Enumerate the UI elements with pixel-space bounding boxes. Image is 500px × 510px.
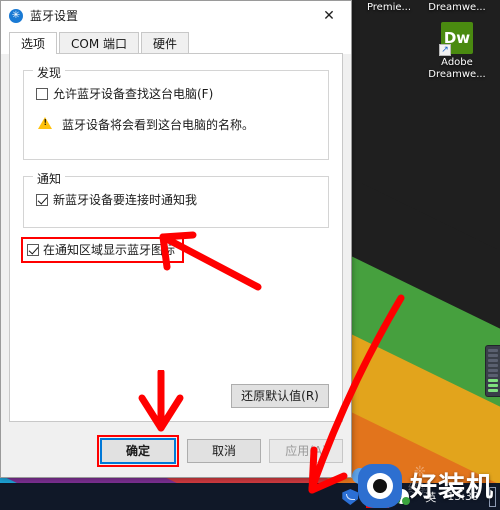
tab-options[interactable]: 选项 [9,32,58,54]
tab-hardware[interactable]: 硬件 [141,32,190,54]
meter-segment [488,349,498,352]
dialog-title: 蓝牙设置 [30,9,79,23]
desktop-icon-dreamweaver-label: Dreamwe... [428,2,486,13]
bluetooth-settings-dialog: ✳ 蓝牙设置 ✕ 选项 COM 端口 硬件 发现 允许蓝牙设备查找这台电脑(F)… [0,0,352,478]
checkbox-allow-discovery-box[interactable] [36,87,48,100]
meter-segment-active [488,389,498,392]
meter-segment-active [488,384,498,387]
desktop-icon-dreamweaver[interactable]: Dreamwe... [420,2,494,14]
meter-segment-active [488,379,498,382]
meter-segment [488,369,498,372]
checkbox-allow-discovery-label: 允许蓝牙设备查找这台电脑(F) [53,87,214,101]
discovery-warning-text: 蓝牙设备将会看到这台电脑的名称。 [62,118,255,132]
checkbox-notify-on-connect[interactable]: 新蓝牙设备要连接时通知我 [36,191,197,208]
restore-defaults-button[interactable]: 还原默认值(R) [231,384,329,408]
checkbox-show-tray-icon-label: 在通知区域显示蓝牙图标 [43,243,176,257]
checkbox-allow-discovery[interactable]: 允许蓝牙设备查找这台电脑(F) [36,85,213,102]
desktop-icon-premiere[interactable]: Premie... [352,2,426,14]
close-icon[interactable]: ✕ [307,1,351,30]
desktop-icon-premiere-label: Premie... [366,2,412,13]
meter-segment [488,374,498,377]
group-discovery-title: 发现 [33,64,66,81]
bluetooth-icon: ✳ [9,8,23,23]
checkbox-show-tray-icon-box[interactable] [27,243,39,256]
checkbox-notify-on-connect-label: 新蓝牙设备要连接时通知我 [53,193,198,207]
checkbox-show-tray-icon-highlight[interactable]: 在通知区域显示蓝牙图标 [21,237,185,263]
checkbox-notify-on-connect-box[interactable] [36,193,48,206]
group-notifications: 通知 新蓝牙设备要连接时通知我 [23,170,329,228]
shortcut-arrow-icon: ↗ [439,44,451,56]
taskbar-clock[interactable]: 13:39 [447,490,479,503]
show-desktop-button[interactable] [489,486,496,507]
tray-bluetooth-icon[interactable]: ✳ [369,488,387,506]
group-discovery: 发现 允许蓝牙设备查找这台电脑(F) 蓝牙设备将会看到这台电脑的名称。 [23,64,329,160]
group-notifications-title: 通知 [33,170,66,187]
tray-disk-pie-icon[interactable] [394,487,413,506]
tab-com-ports[interactable]: COM 端口 [59,32,140,54]
apply-button: 应用(A) [269,439,343,463]
ok-button[interactable]: 确定 [100,438,176,464]
warning-triangle-icon [38,117,52,129]
tab-strip: 选项 COM 端口 硬件 [1,30,351,54]
meter-segment [488,354,498,357]
taskbar: ✳ 英 13:39 [0,483,500,510]
cancel-button[interactable]: 取消 [187,439,261,463]
dialog-button-row: 确定 取消 应用(A) [9,435,343,467]
tray-shield-icon[interactable] [342,487,361,506]
discovery-warning: 蓝牙设备将会看到这台电脑的名称。 [38,116,318,133]
desktop-icon-adobe-dw-label-2: Dreamwe... [428,69,486,80]
tab-content-options: 发现 允许蓝牙设备查找这台电脑(F) 蓝牙设备将会看到这台电脑的名称。 通知 新… [9,53,343,422]
ok-button-highlight-box: 确定 [97,435,179,467]
tray-bluetooth-highlight-box: ✳ [366,485,390,508]
desktop-icon-adobe-dreamweaver[interactable]: Dw ↗ Adobe Dreamwe... [420,22,494,81]
meter-segment [488,364,498,367]
desktop-icon-adobe-dw-label-1: Adobe [441,57,473,68]
meter-segment [488,359,498,362]
dreamweaver-app-icon: Dw ↗ [439,22,473,56]
system-meter-widget[interactable] [485,345,500,397]
tray-ime-indicator[interactable]: 英 [425,489,436,505]
dialog-titlebar[interactable]: ✳ 蓝牙设置 ✕ [1,1,351,30]
